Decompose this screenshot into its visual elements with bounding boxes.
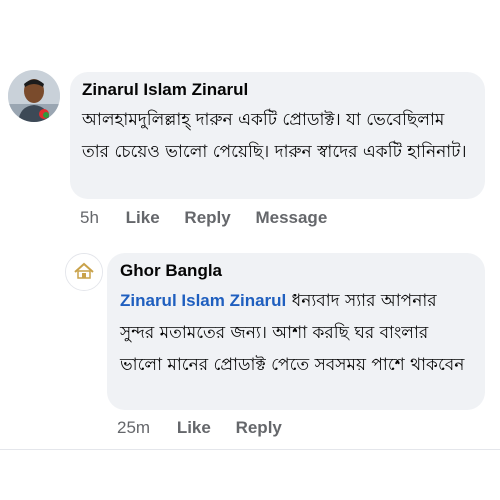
like-button[interactable]: Like <box>126 208 160 227</box>
comment-author[interactable]: Zinarul Islam Zinarul <box>82 80 473 100</box>
commenter-avatar[interactable] <box>8 70 60 122</box>
reply-reply-button[interactable]: Reply <box>236 418 282 437</box>
divider <box>0 449 500 450</box>
reply-author[interactable]: Ghor Bangla <box>120 261 473 281</box>
comment-bubble: Zinarul Islam Zinarul আলহামদুলিল্লাহ্ দা… <box>70 72 485 199</box>
reply-actions: 25m Like Reply <box>117 418 302 438</box>
reply-button[interactable]: Reply <box>184 208 230 227</box>
page-logo-avatar[interactable] <box>65 253 103 291</box>
reply-body: Zinarul Islam Zinarul ধন্যবাদ স্যার আপনা… <box>120 285 473 381</box>
comment-actions: 5h Like Reply Message <box>80 208 347 228</box>
house-logo-icon <box>66 254 102 290</box>
comment-time[interactable]: 5h <box>80 208 99 227</box>
reply-bubble: Ghor Bangla Zinarul Islam Zinarul ধন্যবা… <box>107 253 485 410</box>
reply-like-button[interactable]: Like <box>177 418 211 437</box>
comment-text: আলহামদুলিল্লাহ্ দারুন একটি প্রোডাক্ট। যা… <box>82 110 467 162</box>
message-button[interactable]: Message <box>255 208 327 227</box>
mention-link[interactable]: Zinarul Islam Zinarul <box>120 291 286 310</box>
reply-time[interactable]: 25m <box>117 418 150 437</box>
